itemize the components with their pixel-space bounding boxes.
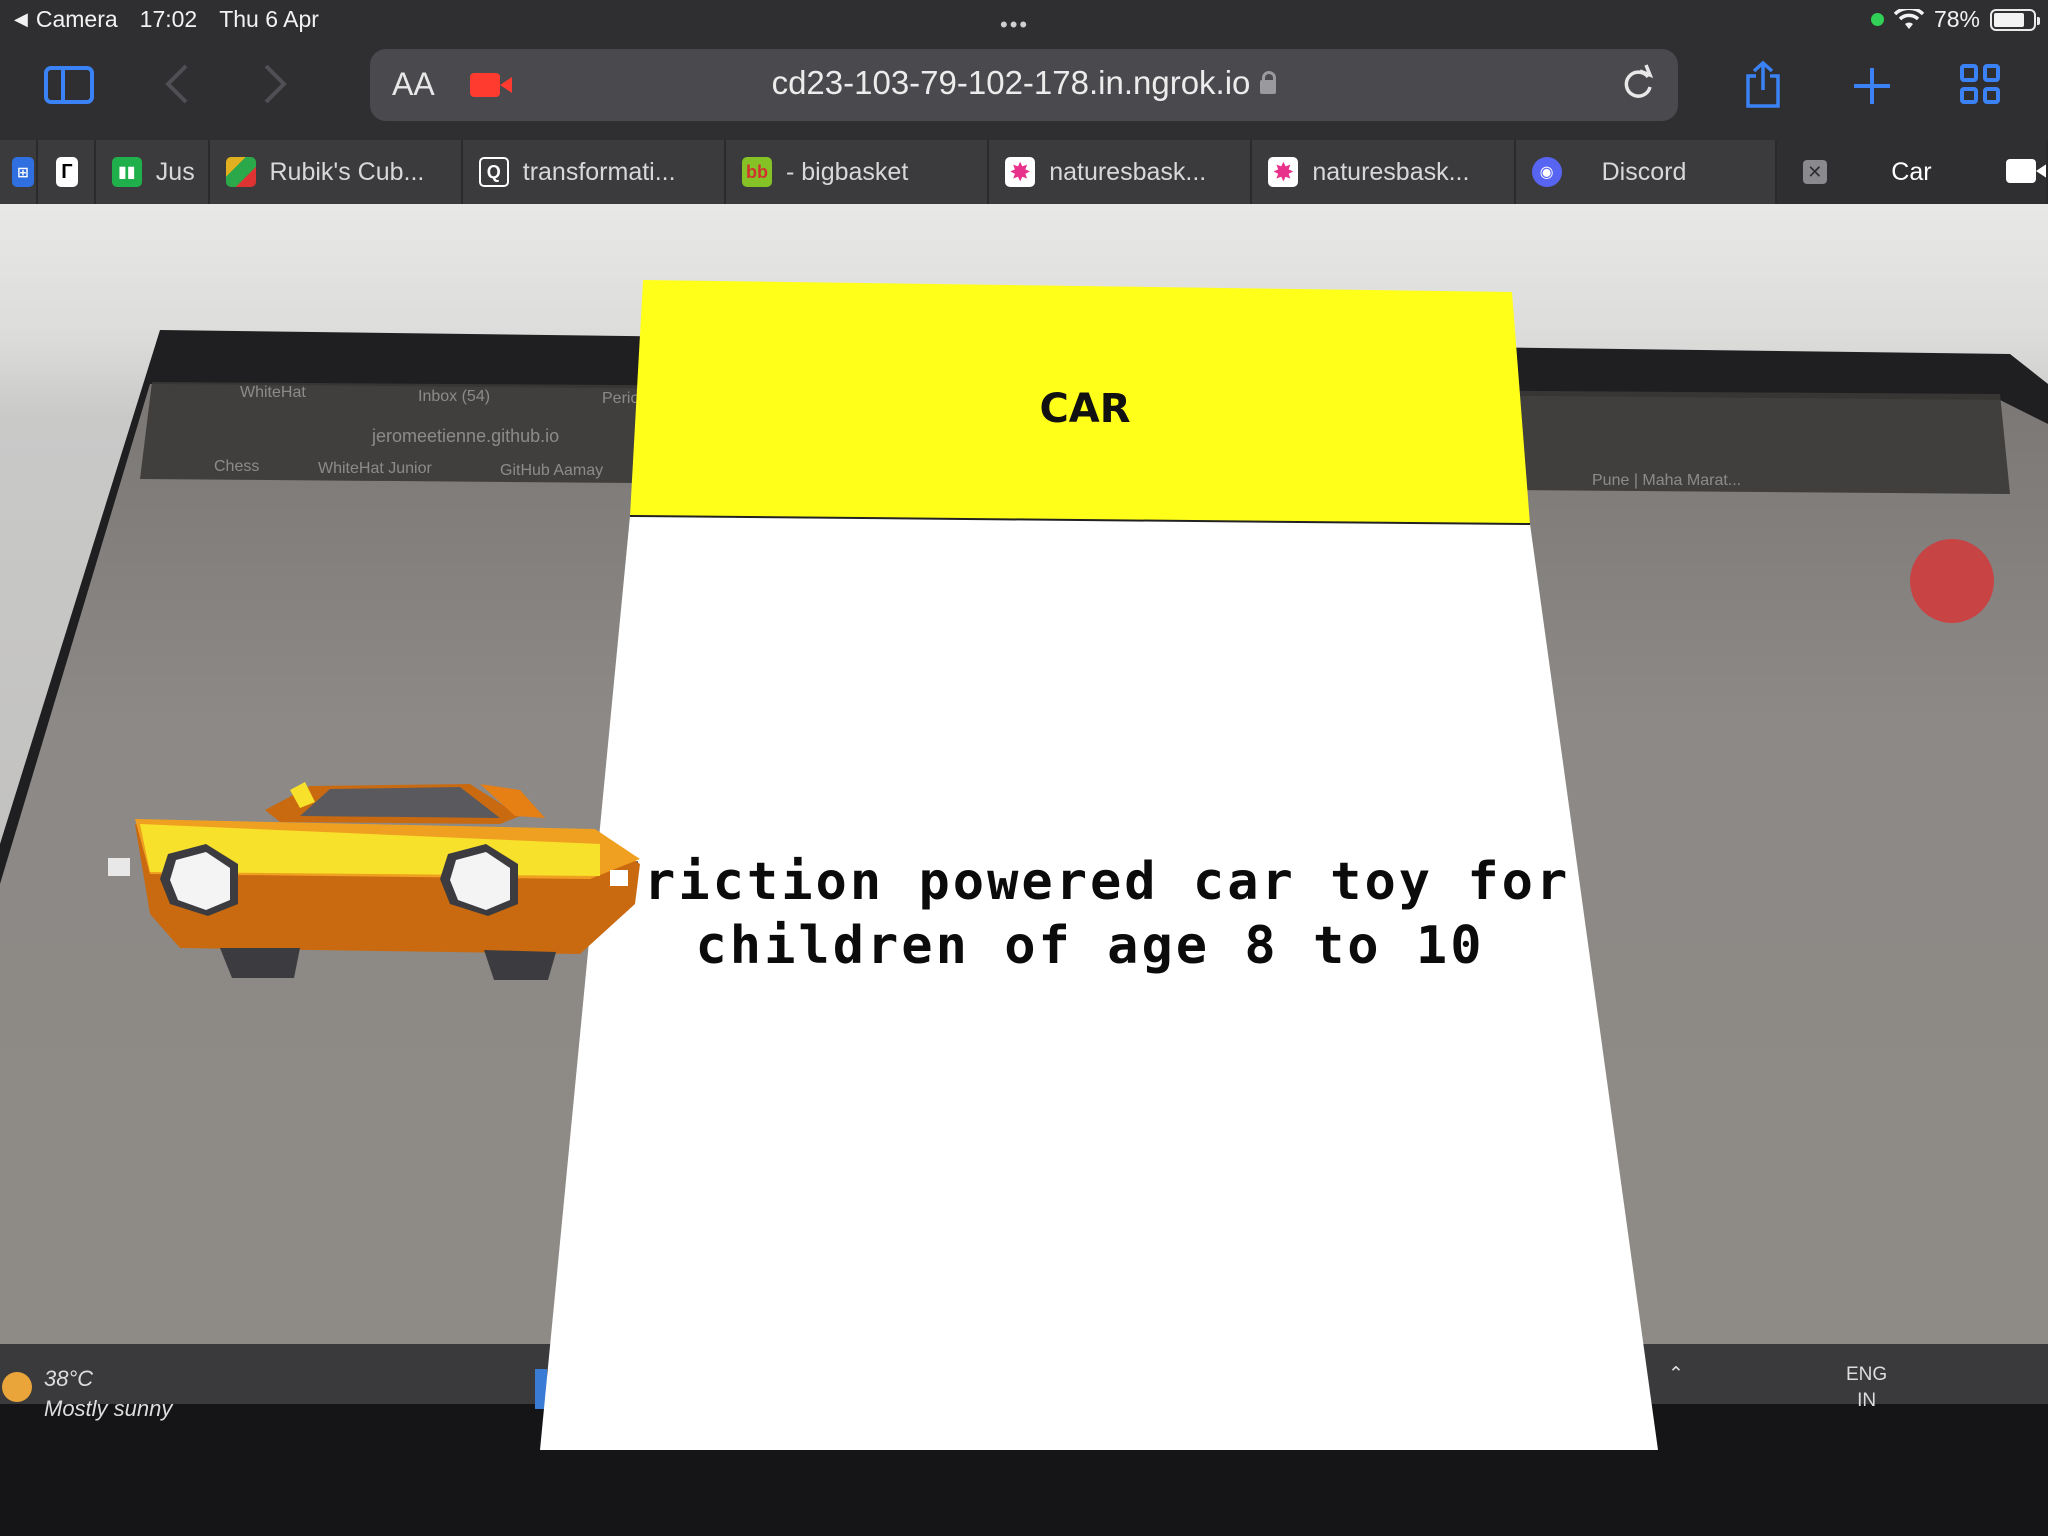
close-tab-icon[interactable]: ✕	[1802, 160, 1827, 184]
star-favicon-icon: ✸	[1005, 157, 1036, 187]
sidebar-toggle-icon[interactable]	[44, 66, 94, 104]
forward-button[interactable]	[260, 62, 290, 114]
status-right: 78%	[1870, 6, 2040, 33]
chart-favicon-icon: ▮▮	[111, 157, 142, 187]
bb-favicon-icon: bb	[741, 157, 772, 187]
status-left: ◀ Camera 17:02 Thu 6 Apr	[14, 6, 319, 33]
tab-2[interactable]: Г	[38, 140, 96, 204]
star-favicon-icon: ✸	[1268, 157, 1299, 187]
r-favicon-icon: Г	[55, 157, 78, 187]
url-field[interactable]: cd23-103-79-102-178.in.ngrok.io	[370, 64, 1678, 102]
tab-overview-icon[interactable]	[1960, 64, 2000, 104]
multitasking-dots-icon[interactable]: •••	[1000, 12, 1029, 38]
battery-icon	[1990, 8, 2040, 31]
status-time: 17:02	[139, 6, 198, 32]
tab-9-label: Discord	[1601, 157, 1687, 186]
tab-7[interactable]: ✸ naturesbask...	[989, 140, 1253, 204]
car-taillight	[610, 870, 628, 886]
grid-favicon-icon: ⊞	[12, 157, 34, 187]
status-bar: ◀ Camera 17:02 Thu 6 Apr ••• 78%	[0, 0, 2048, 40]
back-to-app-label[interactable]: Camera	[36, 6, 118, 33]
q-favicon-icon: Q	[478, 157, 509, 187]
browser-toolbar: AA cd23-103-79-102-178.in.ngrok.io	[0, 40, 2048, 140]
chevron-left-icon	[165, 64, 188, 104]
ar-car-model	[108, 782, 640, 980]
tab-6-label: - bigbasket	[785, 157, 909, 186]
tab-1[interactable]: ⊞	[0, 140, 38, 204]
share-icon[interactable]	[1742, 60, 1784, 110]
camera-icon	[2005, 159, 2046, 183]
tab-3-label: Jus	[155, 157, 195, 186]
tab-7-label: naturesbask...	[1049, 157, 1207, 186]
tab-4[interactable]: Rubik's Cub...	[210, 140, 463, 204]
tab-9[interactable]: ◉ Discord	[1516, 140, 1777, 204]
url-text: cd23-103-79-102-178.in.ngrok.io	[771, 64, 1251, 101]
tab-active-label: Car	[1891, 157, 1932, 186]
tab-3[interactable]: ▮▮ Jus	[96, 140, 210, 204]
tab-5[interactable]: Q transformati...	[463, 140, 726, 204]
tab-6[interactable]: bb - bigbasket	[726, 140, 990, 204]
lock-icon	[1260, 71, 1277, 94]
tab-strip: ⊞ Г ▮▮ Jus Rubik's Cub... Q transformati…	[0, 140, 2048, 204]
discord-favicon-icon: ◉	[1531, 157, 1562, 187]
camera-in-use-indicator-icon	[1870, 13, 1884, 26]
tab-5-label: transformati...	[522, 157, 676, 186]
status-date: Thu 6 Apr	[219, 6, 319, 32]
tab-8[interactable]: ✸ naturesbask...	[1252, 140, 1516, 204]
battery-percent: 78%	[1933, 6, 1980, 32]
back-caret-icon[interactable]: ◀	[14, 9, 28, 30]
car-headlight	[108, 858, 130, 876]
ar-camera-view: WhiteHat Inbox (54) Perio jeromeetienne.…	[0, 204, 2048, 1536]
chevron-right-icon	[264, 64, 287, 104]
reload-icon[interactable]	[1620, 63, 1656, 103]
tab-4-label: Rubik's Cub...	[269, 157, 425, 186]
tab-active-car[interactable]: ✕ Car	[1776, 140, 2048, 204]
cube-favicon-icon	[225, 157, 256, 187]
wifi-icon	[1893, 8, 1924, 29]
new-tab-plus-icon[interactable]	[1852, 66, 1892, 106]
tab-8-label: naturesbask...	[1312, 157, 1470, 186]
back-button[interactable]	[162, 62, 192, 114]
address-bar[interactable]: AA cd23-103-79-102-178.in.ngrok.io	[370, 49, 1678, 121]
